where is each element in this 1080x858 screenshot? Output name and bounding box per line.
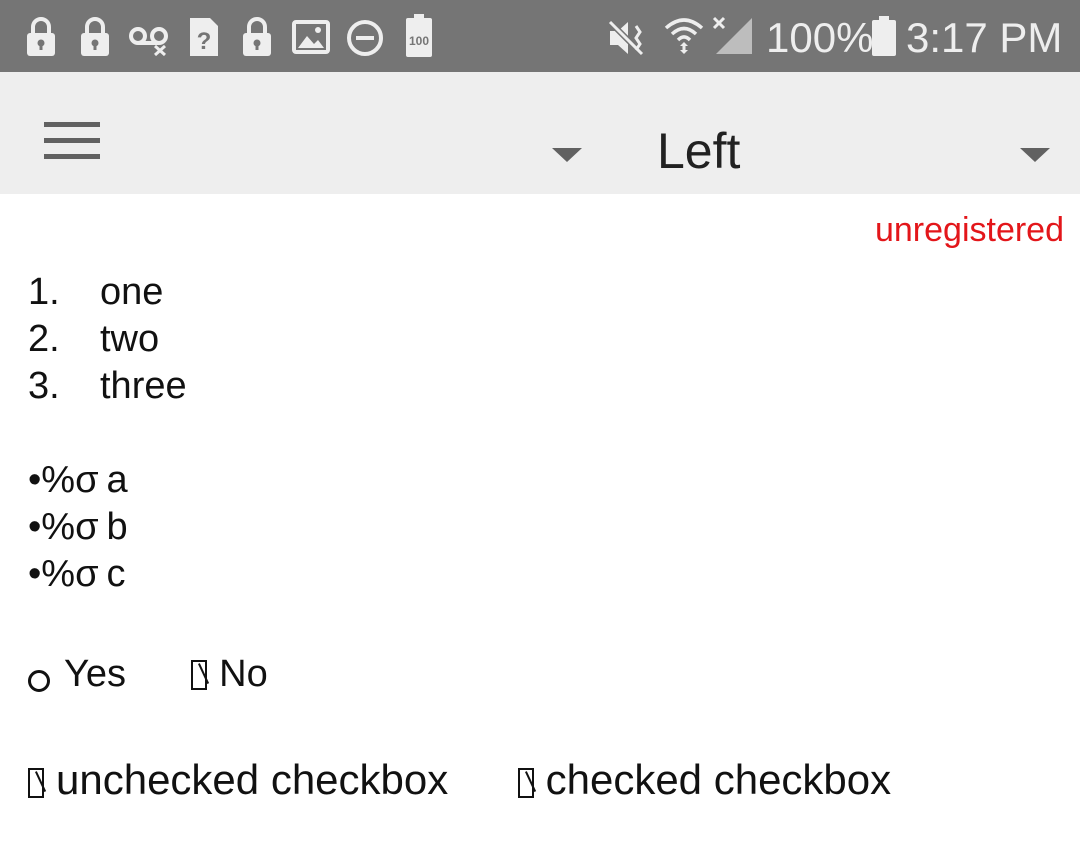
checked-checkbox[interactable]: checked checkbox bbox=[517, 756, 892, 803]
missing-glyph-icon[interactable] bbox=[28, 768, 44, 798]
radio-group: Yes No bbox=[28, 652, 268, 696]
checkbox-row: unchecked checkbox checked checkbox bbox=[28, 756, 891, 804]
toolbar-title[interactable]: Left bbox=[657, 116, 740, 186]
clock: 3:17 PM bbox=[906, 14, 1063, 61]
wifi-icon bbox=[664, 14, 704, 56]
voicemail-icon bbox=[128, 22, 172, 64]
bullet-list-item: •%σ c bbox=[28, 552, 126, 596]
radio-no[interactable]: No bbox=[191, 653, 268, 695]
bullet-text: c bbox=[106, 553, 126, 595]
radio-circle-icon[interactable] bbox=[28, 670, 50, 692]
status-bar: ? 100 100% 3:17 PM bbox=[0, 0, 1080, 72]
list-text: two bbox=[100, 318, 160, 360]
title-dropdown-caret-icon[interactable] bbox=[1008, 122, 1064, 178]
list-number: 2. bbox=[28, 318, 60, 360]
bullet-marker: •%σ bbox=[28, 506, 99, 548]
lock-icon bbox=[78, 16, 112, 58]
svg-text:?: ? bbox=[197, 28, 212, 55]
radio-yes[interactable]: Yes bbox=[28, 653, 137, 695]
bullet-text: a bbox=[106, 459, 128, 501]
bullet-marker: •%σ bbox=[28, 553, 99, 595]
bullet-marker: •%σ bbox=[28, 459, 99, 501]
missing-glyph-icon[interactable] bbox=[517, 768, 534, 798]
lock-icon bbox=[240, 16, 274, 58]
no-signal-icon bbox=[712, 16, 754, 58]
toolbar: Left bbox=[0, 72, 1080, 194]
bullet-list-item: •%σ a bbox=[28, 458, 128, 502]
do-not-disturb-icon bbox=[346, 19, 384, 61]
battery-percent: 100% bbox=[766, 14, 874, 61]
radio-yes-label: Yes bbox=[64, 653, 126, 695]
hamburger-menu-icon[interactable] bbox=[30, 108, 114, 180]
list-text: one bbox=[100, 271, 164, 313]
unregistered-label: unregistered bbox=[874, 211, 1064, 249]
vibrate-icon bbox=[606, 18, 650, 60]
list-number: 1. bbox=[28, 271, 60, 313]
checked-checkbox-label: checked checkbox bbox=[545, 756, 892, 803]
list-number: 3. bbox=[28, 365, 60, 407]
numbered-list-item: 2. two bbox=[28, 317, 159, 361]
radio-no-label: No bbox=[219, 653, 268, 695]
list-text: three bbox=[100, 365, 187, 407]
battery-full-icon bbox=[872, 16, 896, 58]
unknown-file-icon: ? bbox=[188, 16, 220, 58]
bullet-text: b bbox=[106, 506, 128, 548]
missing-glyph-icon[interactable] bbox=[191, 660, 208, 690]
numbered-list-item: 3. three bbox=[28, 364, 187, 408]
battery-badge-text: 100 bbox=[409, 34, 429, 48]
image-icon bbox=[292, 20, 330, 62]
bullet-list-item: •%σ b bbox=[28, 505, 128, 549]
lock-icon bbox=[24, 16, 58, 58]
unchecked-checkbox[interactable]: unchecked checkbox bbox=[28, 756, 460, 803]
unchecked-checkbox-label: unchecked checkbox bbox=[56, 756, 449, 803]
left-dropdown-caret-icon[interactable] bbox=[540, 122, 596, 178]
numbered-list-item: 1. one bbox=[28, 270, 163, 314]
battery-100-icon: 100 bbox=[405, 14, 433, 57]
